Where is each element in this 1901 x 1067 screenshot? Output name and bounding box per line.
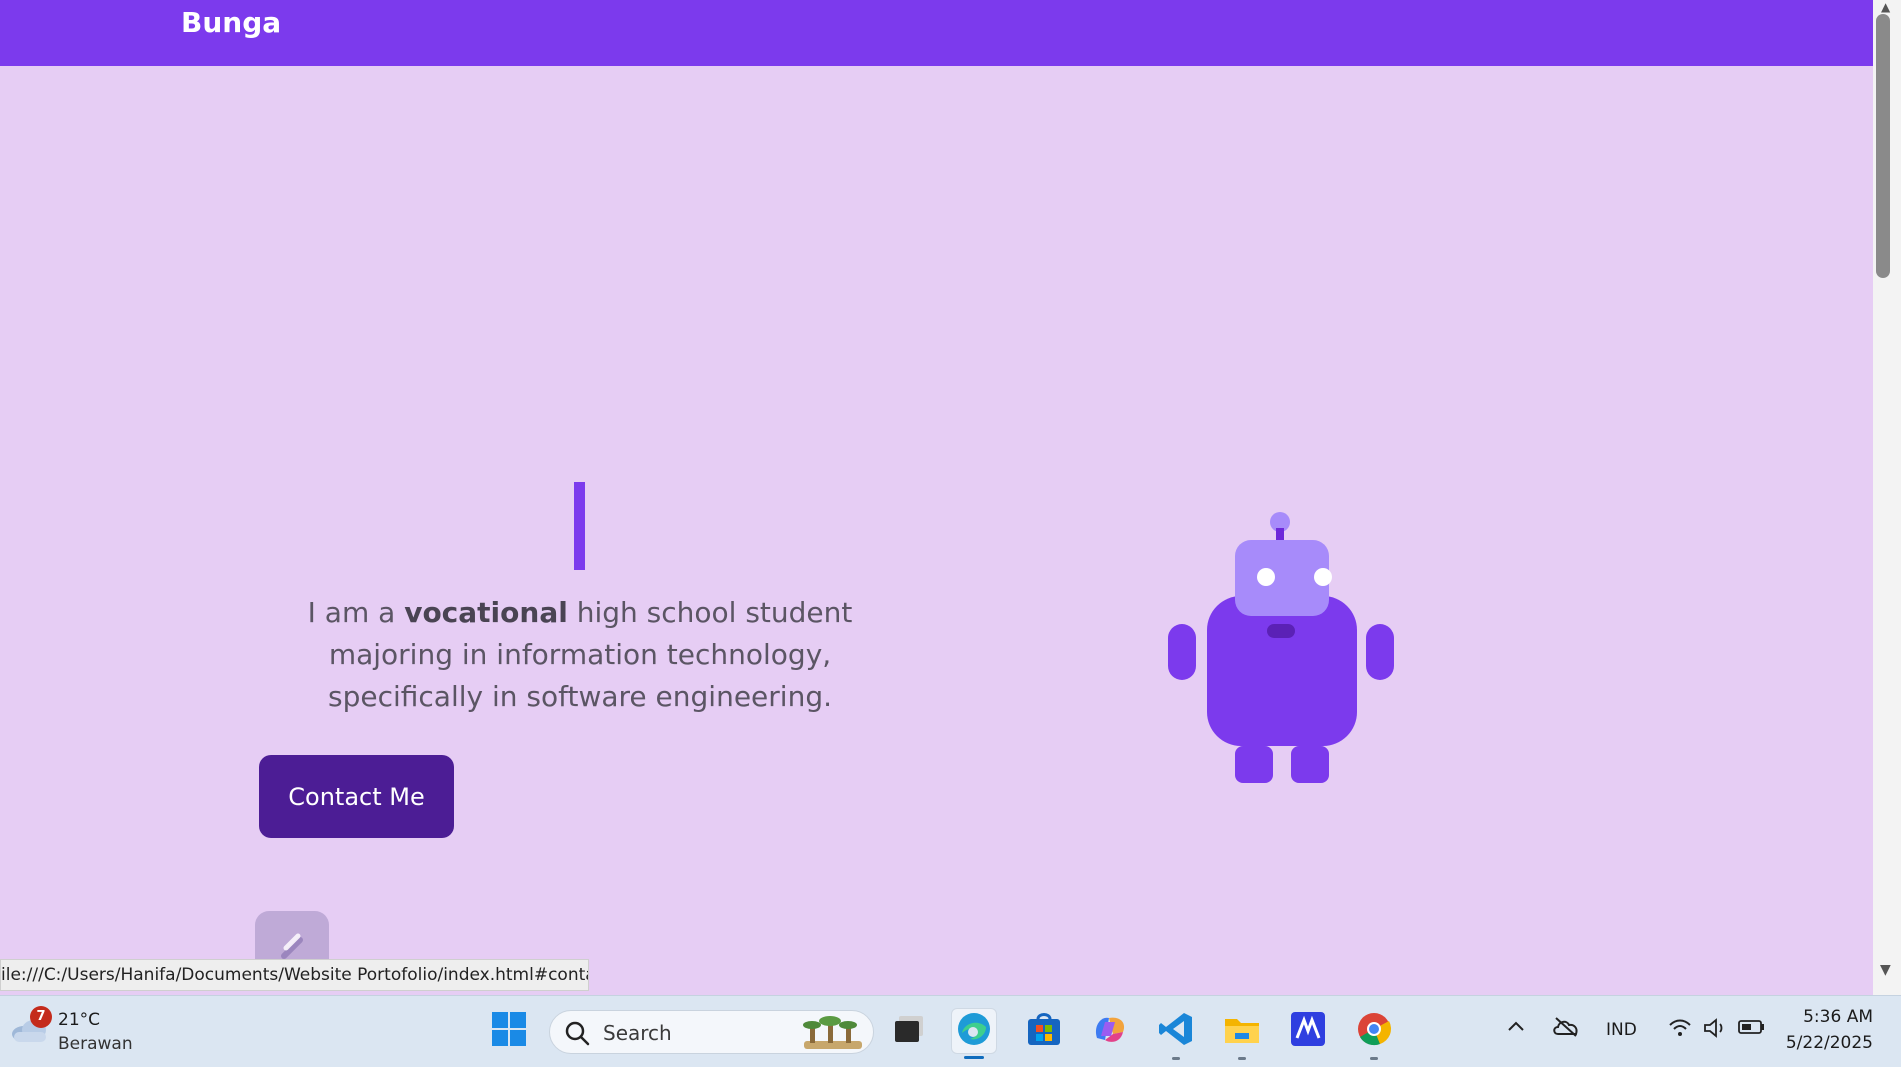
weather-temperature: 21°C	[58, 1010, 101, 1030]
search-icon	[564, 1020, 590, 1046]
task-view-button[interactable]	[886, 1008, 932, 1054]
search-highlight-icon	[800, 1015, 866, 1051]
input-language[interactable]: IND	[1606, 1020, 1637, 1040]
edge-browser-icon	[956, 1011, 992, 1051]
scrollbar-thumb[interactable]	[1876, 14, 1890, 278]
battery-icon[interactable]	[1738, 1018, 1766, 1040]
taskbar-clock[interactable]: 5:36 AM 5/22/2025	[1786, 1004, 1873, 1056]
vscode-icon	[1158, 1011, 1194, 1051]
taskbar-file-explorer[interactable]	[1219, 1008, 1265, 1060]
scroll-up-arrow-icon[interactable]: ▲	[1881, 0, 1890, 14]
typing-cursor	[574, 482, 585, 570]
taskbar-app-m[interactable]	[1285, 1008, 1331, 1054]
navbar: Bunga	[0, 0, 1873, 66]
taskbar-vscode[interactable]	[1153, 1008, 1199, 1060]
wifi-icon[interactable]	[1668, 1018, 1692, 1042]
copilot-icon	[1091, 1012, 1129, 1050]
windows-logo-icon	[492, 1012, 526, 1050]
windows-taskbar: 7 21°C Berawan Search IND 5:36 AM 5/22/2…	[0, 995, 1901, 1067]
clock-date: 5/22/2025	[1785, 1033, 1873, 1053]
status-bar-url: ile:///C:/Users/Hanifa/Documents/Website…	[0, 959, 589, 991]
chrome-icon	[1356, 1011, 1392, 1051]
explorer-running-indicator	[1238, 1057, 1246, 1060]
robot-right-eye	[1314, 568, 1332, 586]
robot-left-leg	[1235, 746, 1273, 783]
weather-condition: Berawan	[58, 1034, 133, 1054]
robot-right-arm	[1366, 624, 1394, 680]
robot-right-leg	[1291, 746, 1329, 783]
onedrive-offline-icon[interactable]	[1552, 1016, 1580, 1042]
contact-me-button[interactable]: Contact Me	[259, 755, 454, 838]
show-hidden-icons-chevron-icon[interactable]	[1506, 1018, 1526, 1038]
hero-bio: I am a vocational high school student ma…	[250, 592, 910, 718]
weather-widget[interactable]: 7 21°C Berawan	[8, 1006, 148, 1058]
vscode-running-indicator	[1172, 1057, 1180, 1060]
m-app-icon	[1290, 1011, 1326, 1051]
volume-icon[interactable]	[1702, 1017, 1728, 1043]
taskbar-search[interactable]: Search	[549, 1010, 874, 1054]
robot-illustration	[1165, 510, 1395, 790]
robot-left-eye	[1257, 568, 1275, 586]
taskbar-chrome[interactable]	[1351, 1008, 1397, 1060]
microsoft-store-icon	[1026, 1011, 1062, 1051]
start-button[interactable]	[486, 1008, 532, 1054]
robot-mouth	[1267, 624, 1295, 638]
chrome-running-indicator	[1370, 1057, 1378, 1060]
robot-left-arm	[1168, 624, 1196, 680]
bio-prefix: I am a	[307, 596, 405, 629]
browser-page: Bunga I am a vocational high school stud…	[0, 0, 1873, 995]
taskbar-edge[interactable]	[951, 1008, 997, 1059]
taskbar-store[interactable]	[1021, 1008, 1067, 1054]
site-brand[interactable]: Bunga	[181, 6, 281, 39]
robot-body	[1207, 596, 1357, 746]
edge-active-indicator	[964, 1056, 984, 1059]
scroll-down-arrow-icon[interactable]: ▼	[1880, 962, 1891, 978]
search-placeholder: Search	[603, 1021, 672, 1045]
taskbar-copilot[interactable]	[1087, 1008, 1133, 1054]
folder-icon	[1223, 1013, 1261, 1049]
clock-time: 5:36 AM	[1803, 1007, 1873, 1027]
bio-bold: vocational	[404, 596, 568, 629]
task-view-icon	[893, 1014, 925, 1048]
weather-badge: 7	[30, 1006, 52, 1028]
